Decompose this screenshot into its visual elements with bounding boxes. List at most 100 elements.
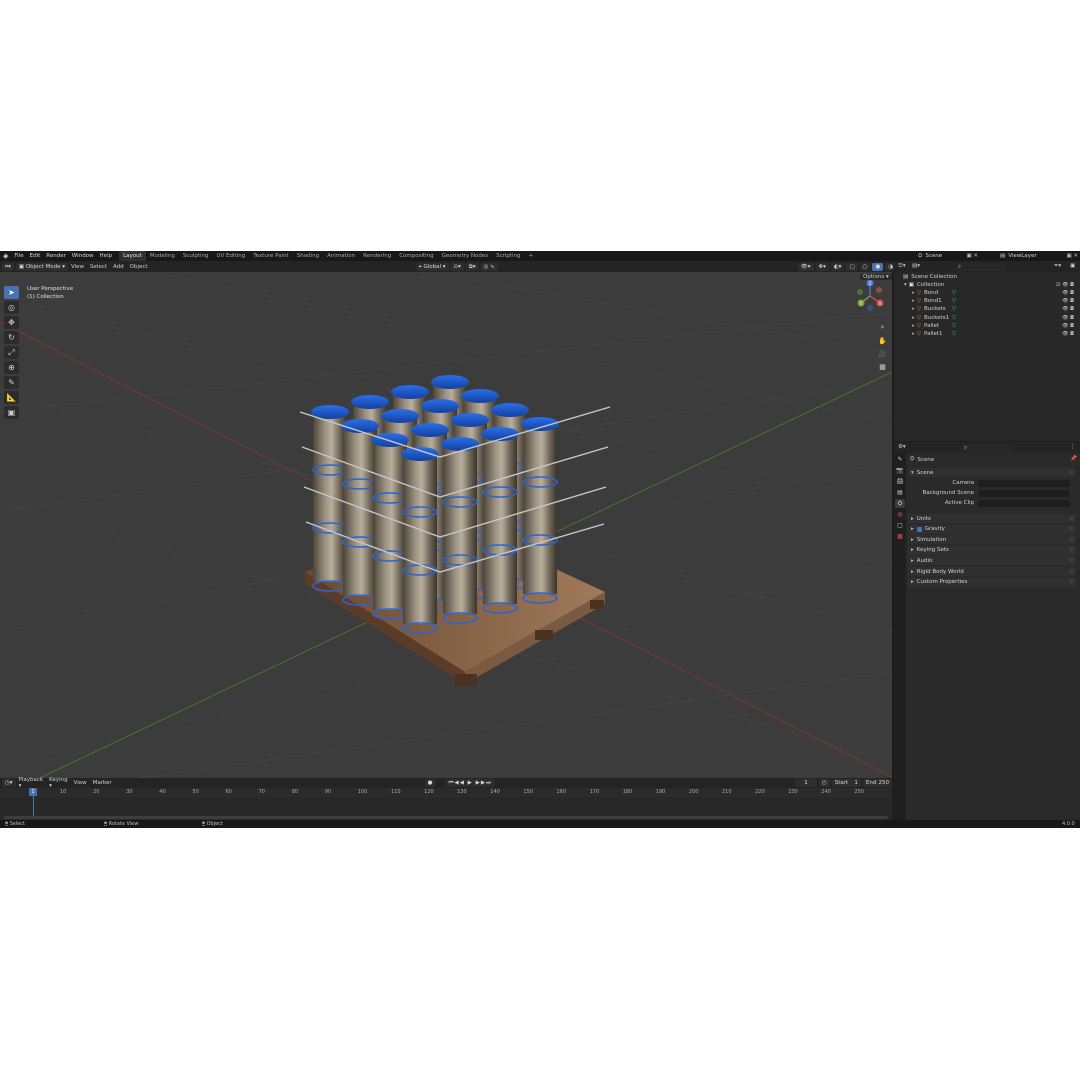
end-frame-field[interactable]: End 250 (862, 779, 892, 787)
properties-panel[interactable]: ▸ Rigid Body World ⁞⁞ (908, 567, 1076, 576)
current-frame-field[interactable]: 1 (795, 779, 817, 787)
shading-solid-icon[interactable]: ● (872, 262, 884, 271)
mesh-data-icon[interactable]: ▽ (952, 290, 956, 296)
cursor-tool-icon[interactable]: ◎ (4, 301, 19, 314)
outliner-row-object[interactable]: ▸ ▽ Pallet ▽ 👁 ◘ (894, 322, 1080, 330)
transform-orientation-dropdown[interactable]: ⌖ Global ▾ (415, 262, 449, 271)
snap-icon[interactable]: ⧉▾ (465, 262, 479, 271)
pin-icon[interactable]: 📌 (1070, 456, 1077, 462)
menu-help[interactable]: Help (97, 253, 116, 259)
panel-grip-icon[interactable]: ⁞⁞ (1070, 516, 1074, 522)
options-dropdown[interactable]: Options ▾ (860, 274, 892, 280)
menu-render[interactable]: Render (43, 253, 69, 259)
properties-panel[interactable]: ▸ Gravity ⁞⁞ (908, 524, 1076, 534)
outliner-row-object[interactable]: ▸ ▽ Buckets ▽ 👁 ◘ (894, 305, 1080, 313)
outliner-row-scene-collection[interactable]: ▤ Scene Collection (894, 273, 1080, 281)
outliner-row-collection[interactable]: ▾ ▣ Collection ☑ 👁 ◘ (894, 281, 1080, 289)
pivot-point-icon[interactable]: ⊙▾ (450, 262, 464, 271)
mesh-data-icon[interactable]: ▽ (952, 315, 956, 321)
output-tab-icon[interactable]: 🖨 (895, 477, 905, 486)
object-mode-dropdown[interactable]: ▣ Object Mode ▾ (15, 262, 68, 271)
clock-icon[interactable]: ◴ (818, 779, 830, 787)
viewport-menu-select[interactable]: Select (87, 264, 110, 270)
outliner-search-input[interactable]: ⌕ (956, 263, 1006, 271)
viewport-menu-object[interactable]: Object (127, 264, 151, 270)
active-clip-field[interactable] (978, 500, 1070, 507)
transform-tool-icon[interactable]: ⊕ (4, 361, 19, 374)
xray-icon[interactable]: ▢ (846, 262, 858, 271)
viewport-menu-add[interactable]: Add (110, 264, 127, 270)
timeline-menu-marker[interactable]: Marker (90, 780, 115, 786)
navigation-gizmo[interactable]: Z X Y (857, 279, 884, 312)
playback-controls[interactable]: ⏮◀◀ ▶ ▶▶⏭ (445, 779, 496, 787)
view-layer-selector[interactable]: ▤ ViewLayer ▣ ✕ (1000, 252, 1078, 260)
viewport-menu-view[interactable]: View (68, 264, 87, 270)
tab-texture-paint[interactable]: Texture Paint (249, 251, 293, 261)
expand-icon[interactable]: ▸ (912, 331, 915, 337)
object-visibility-icons[interactable]: 👁 ◘ (1062, 315, 1074, 321)
render-tab-icon[interactable]: 📷 (895, 466, 905, 475)
filter-icon[interactable]: ⏷▾ (1054, 263, 1061, 270)
outliner-row-object[interactable]: ▸ ▽ Bond1 ▽ 👁 ◘ (894, 297, 1080, 305)
measure-tool-icon[interactable]: 📐 (4, 391, 19, 404)
menu-edit[interactable]: Edit (27, 253, 44, 259)
frame-cursor[interactable]: 1 (29, 788, 37, 796)
new-collection-icon[interactable]: ▣ (1070, 263, 1075, 269)
display-mode-icon[interactable]: ▤▾ (912, 263, 920, 269)
tab-modeling[interactable]: Modeling (146, 251, 179, 261)
move-tool-icon[interactable]: ✥ (4, 316, 19, 329)
properties-panel[interactable]: ▸ Keying Sets ⁞⁞ (908, 545, 1076, 555)
annotate-tool-icon[interactable]: ✎ (4, 376, 19, 389)
menu-file[interactable]: File (11, 253, 26, 259)
outliner-row-object[interactable]: ▸ ▽ Pallet1 ▽ 👁 ◘ (894, 330, 1080, 338)
scene-selector[interactable]: ⛭ Scene ▣ ✕ (918, 252, 978, 260)
object-visibility-icons[interactable]: 👁 ◘ (1062, 290, 1074, 296)
tab-layout[interactable]: Layout (119, 251, 146, 261)
expand-icon[interactable]: ▸ (912, 306, 915, 312)
tab-sculpting[interactable]: Sculpting (179, 251, 213, 261)
tab-scripting[interactable]: Scripting (492, 251, 524, 261)
blender-logo-icon[interactable]: ◈ (0, 252, 11, 260)
timeline-editor-type-icon[interactable]: ◷▾ (2, 779, 16, 787)
menu-window[interactable]: Window (69, 253, 97, 259)
object-visibility-icons[interactable]: 👁 ◘ (1062, 306, 1074, 312)
pan-hand-icon[interactable]: ✋ (877, 335, 888, 346)
outliner-row-object[interactable]: ▸ ▽ Buckets1 ▽ 👁 ◘ (894, 314, 1080, 322)
timeline-menu-view[interactable]: View (71, 780, 90, 786)
ortho-grid-icon[interactable]: ▦ (877, 361, 888, 372)
expand-icon[interactable]: ▸ (912, 323, 915, 329)
properties-editor-icon[interactable]: ⚙▾ (898, 444, 906, 450)
tab-animation[interactable]: Animation (323, 251, 359, 261)
object-visibility-icons[interactable]: 👁 ◘ (1062, 323, 1074, 329)
select-box-tool-icon[interactable]: ➤ (4, 286, 19, 299)
background-scene-field[interactable] (978, 490, 1070, 497)
start-frame-field[interactable]: Start 1 (831, 779, 861, 787)
add-workspace-button[interactable]: + (525, 251, 538, 261)
world-tab-icon[interactable]: ◍ (895, 510, 905, 519)
mesh-data-icon[interactable]: ▽ (952, 306, 956, 312)
visibility-icon[interactable]: 👁▾ (797, 262, 814, 271)
panel-grip-icon[interactable]: ⁞⁞ (1070, 470, 1074, 476)
camera-field[interactable] (978, 480, 1070, 487)
gravity-checkbox[interactable] (916, 526, 922, 532)
mesh-data-icon[interactable]: ▽ (952, 298, 956, 304)
tab-shading[interactable]: Shading (293, 251, 323, 261)
scene-browse-icon[interactable]: ▣ ✕ (966, 253, 978, 259)
tab-rendering[interactable]: Rendering (359, 251, 395, 261)
tab-compositing[interactable]: Compositing (395, 251, 437, 261)
properties-panel[interactable]: ▸ Units ⁞⁞ (908, 514, 1076, 523)
zoom-icon[interactable]: ⌕ (877, 322, 888, 333)
expand-icon[interactable]: ▾ (904, 282, 907, 288)
tab-uv-editing[interactable]: UV Editing (213, 251, 250, 261)
outliner-row-object[interactable]: ▸ ▽ Bond ▽ 👁 ◘ (894, 289, 1080, 297)
overlay-toggle-icon[interactable]: ◐▾ (830, 262, 845, 271)
view-layer-tab-icon[interactable]: ▤ (895, 488, 905, 497)
properties-options-icon[interactable]: ⋮ (1070, 444, 1076, 450)
outliner-editor-icon[interactable]: ☰▾ (898, 263, 906, 269)
object-visibility-icons[interactable]: 👁 ◘ (1062, 298, 1074, 304)
mesh-data-icon[interactable]: ▽ (952, 323, 956, 329)
gizmo-toggle-icon[interactable]: ✥▾ (815, 262, 829, 271)
properties-panel[interactable]: ▸ Simulation ⁞⁞ (908, 535, 1076, 545)
expand-icon[interactable]: ▸ (912, 315, 915, 321)
collection-visibility-icons[interactable]: ☑ 👁 ◘ (1056, 282, 1074, 288)
